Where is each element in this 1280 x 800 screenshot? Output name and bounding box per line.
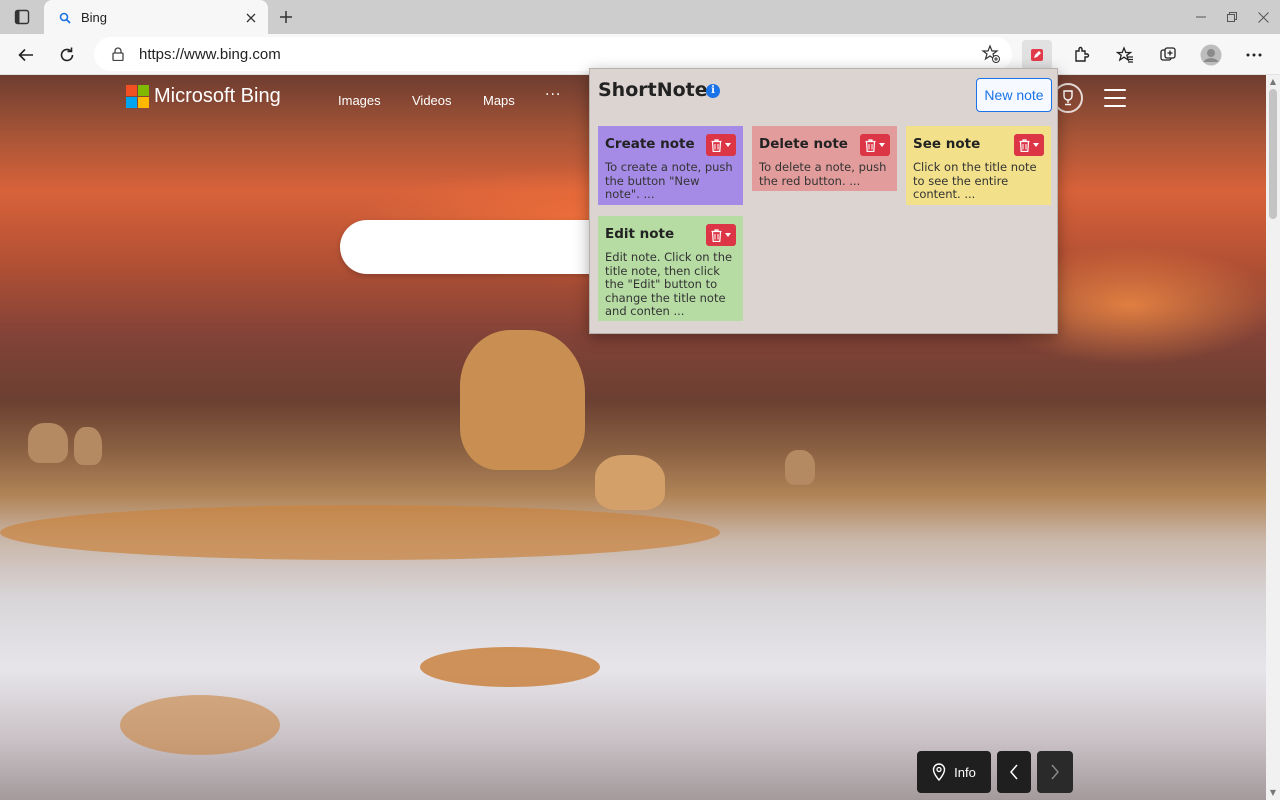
nav-videos[interactable]: Videos — [412, 93, 452, 108]
close-window-icon[interactable] — [1252, 6, 1274, 28]
new-note-button[interactable]: New note — [976, 78, 1052, 112]
info-label: Info — [954, 764, 976, 780]
delete-note-button[interactable] — [860, 134, 890, 156]
collections-icon[interactable] — [1153, 40, 1183, 70]
minimize-icon[interactable] — [1190, 6, 1212, 28]
sand-band — [0, 505, 720, 560]
bing-logo[interactable]: Microsoft Bing — [126, 85, 281, 108]
rock-formation-left — [28, 423, 68, 463]
dropdown-caret-icon — [879, 143, 885, 147]
note-card: Edit note Edit note. Click on the title … — [598, 216, 743, 321]
dropdown-caret-icon — [725, 233, 731, 237]
bing-logo-text: Microsoft Bing — [154, 85, 281, 107]
rock-formation-small — [595, 455, 665, 510]
previous-image-button[interactable] — [997, 751, 1031, 793]
trash-icon — [711, 138, 722, 152]
popup-title: ShortNotes — [598, 79, 719, 101]
note-card: See note Click on the title note to see … — [906, 126, 1051, 205]
rock-formation — [460, 330, 585, 470]
nav-maps[interactable]: Maps — [483, 93, 515, 108]
favorites-icon[interactable] — [1110, 40, 1140, 70]
info-icon[interactable]: i — [706, 84, 720, 98]
note-preview: Click on the title note to see the entir… — [913, 160, 1037, 201]
scroll-down-icon[interactable]: ▼ — [1268, 788, 1278, 798]
note-preview: To create a note, push the button "New n… — [605, 160, 733, 201]
extensions-icon[interactable] — [1066, 40, 1096, 70]
note-title[interactable]: Delete note — [759, 136, 848, 152]
refresh-icon[interactable] — [52, 40, 82, 70]
lock-icon[interactable] — [109, 45, 127, 63]
note-card: Create note To create a note, push the b… — [598, 126, 743, 205]
sand-patch-2 — [120, 695, 280, 755]
scroll-up-icon[interactable]: ▲ — [1268, 77, 1278, 87]
back-icon[interactable] — [11, 40, 41, 70]
nav-more[interactable]: ··· — [545, 87, 561, 103]
shortnotes-popup: ShortNotes i New note Create note To cre… — [589, 68, 1058, 334]
chevron-right-icon — [1051, 764, 1059, 780]
url-text[interactable]: https://www.bing.com — [139, 46, 978, 63]
tab-title: Bing — [81, 10, 108, 25]
note-title[interactable]: Create note — [605, 136, 695, 152]
delete-note-button[interactable] — [706, 224, 736, 246]
hamburger-menu-icon[interactable] — [1104, 89, 1126, 107]
chevron-left-icon — [1010, 764, 1018, 780]
tab-bing[interactable]: Bing — [44, 0, 268, 35]
note-card: Delete note To delete a note, push the r… — [752, 126, 897, 191]
close-tab-icon[interactable] — [242, 9, 260, 27]
nav-images[interactable]: Images — [338, 93, 381, 108]
sand-patch — [420, 647, 600, 687]
shortnotes-extension-icon[interactable] — [1022, 40, 1052, 70]
delete-note-button[interactable] — [706, 134, 736, 156]
rock-formation-left-2 — [74, 427, 102, 465]
note-title[interactable]: See note — [913, 136, 980, 152]
trash-icon — [711, 228, 722, 242]
rock-formation-right — [785, 450, 815, 485]
delete-note-button[interactable] — [1014, 134, 1044, 156]
note-preview: To delete a note, push the red button. .… — [759, 160, 887, 188]
search-favicon-icon — [58, 11, 72, 25]
note-title[interactable]: Edit note — [605, 226, 674, 242]
add-favorite-icon[interactable] — [978, 41, 1004, 67]
restore-icon[interactable] — [1221, 6, 1243, 28]
location-pin-icon — [932, 763, 946, 781]
address-bar[interactable]: https://www.bing.com — [94, 37, 1012, 71]
next-image-button[interactable] — [1037, 751, 1073, 793]
new-tab-icon[interactable] — [274, 5, 298, 29]
browser-window: Bing https://www.bing.com Microsoft Bing… — [0, 0, 1280, 800]
page-scrollbar[interactable]: ▲ ▼ — [1266, 75, 1280, 800]
microsoft-logo-icon — [126, 85, 149, 108]
profile-avatar-icon[interactable] — [1196, 40, 1226, 70]
info-button[interactable]: Info — [917, 751, 991, 793]
settings-more-icon[interactable] — [1239, 40, 1269, 70]
dropdown-caret-icon — [725, 143, 731, 147]
tab-actions-icon[interactable] — [8, 5, 36, 29]
trash-icon — [1019, 138, 1030, 152]
tab-strip: Bing — [0, 0, 1280, 35]
scrollbar-thumb[interactable] — [1269, 89, 1277, 219]
dropdown-caret-icon — [1033, 143, 1039, 147]
note-preview: Edit note. Click on the title note, then… — [605, 250, 733, 318]
trash-icon — [865, 138, 876, 152]
